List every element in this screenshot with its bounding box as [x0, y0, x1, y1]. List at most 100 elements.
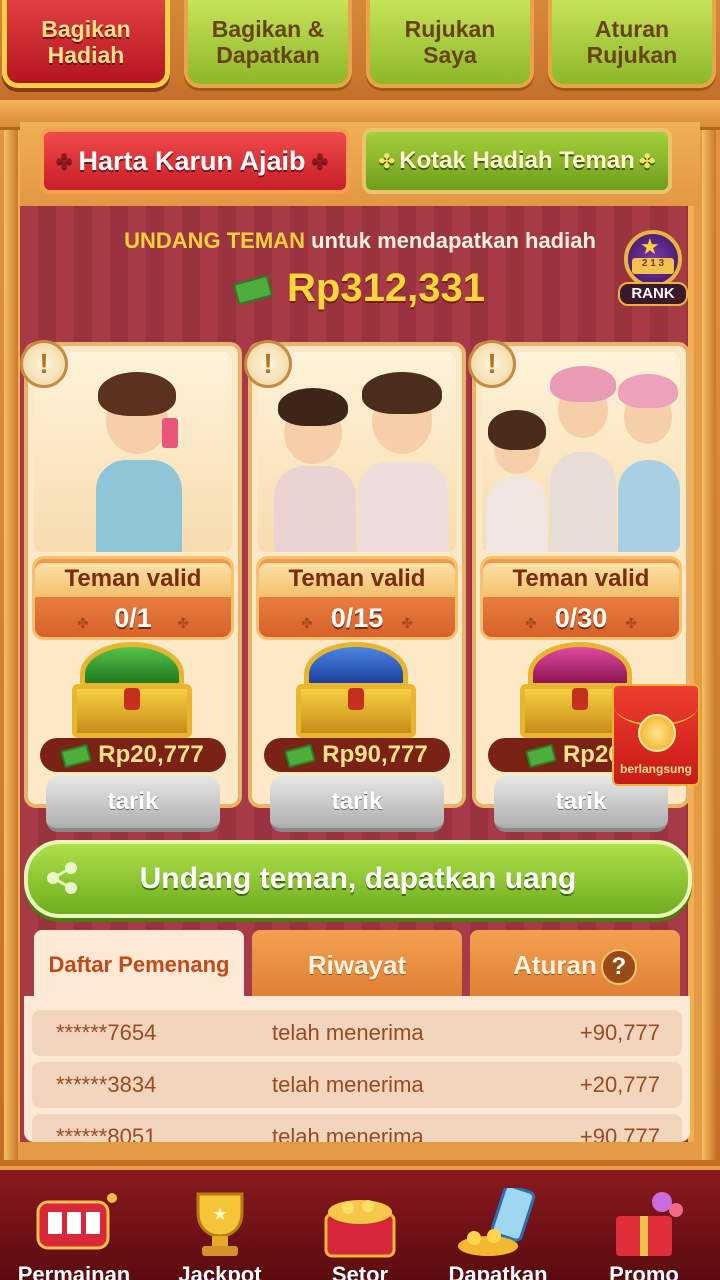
- valid-friends-plate: Teman valid ✤ 0/30 ✤: [480, 556, 682, 640]
- phone-icon: [162, 418, 178, 448]
- nav-setor[interactable]: Setor: [290, 1170, 430, 1280]
- cash-icon: [232, 275, 274, 306]
- tab-aturan[interactable]: Aturan?: [470, 930, 680, 998]
- card-illustration: [34, 352, 232, 552]
- card-illustration: [258, 352, 456, 552]
- withdraw-button[interactable]: tarik: [46, 776, 220, 832]
- character-hair: [618, 374, 678, 408]
- valid-friends-plate: Teman valid ✤ 0/15 ✤: [256, 556, 458, 640]
- character-figure: [618, 460, 680, 552]
- list-item: ******3834 telah menerima +20,777: [32, 1062, 682, 1108]
- slot-machine-icon: [36, 1193, 117, 1250]
- winners-list: ******7654 telah menerima +90,777 ******…: [24, 996, 690, 1142]
- valid-label: Teman valid: [259, 563, 455, 597]
- nav-label: Dapatkan: [448, 1262, 548, 1280]
- left-pillar: [4, 100, 18, 1160]
- clover-icon: ✤: [378, 150, 396, 173]
- prize-amount: Rp20,777: [40, 738, 226, 772]
- cash-icon: [525, 743, 557, 768]
- nav-label: Setor: [331, 1262, 389, 1280]
- treasure-chest-icon: [296, 642, 416, 738]
- tab-kotak-hadiah[interactable]: ✤ Kotak Hadiah Teman ✤: [362, 128, 672, 194]
- progress-count: 0/30: [554, 603, 608, 633]
- chest-lid: [528, 642, 632, 688]
- character-hair: [362, 372, 442, 414]
- winner-action: telah menerima: [272, 1020, 424, 1045]
- character-hair: [278, 388, 348, 426]
- chest-gem: [124, 688, 140, 710]
- invite-friends-button[interactable]: Undang teman, dapatkan uang: [24, 840, 692, 918]
- coin-icon: [638, 714, 676, 752]
- info-icon[interactable]: !: [20, 340, 68, 388]
- gift-icon: [616, 1192, 683, 1256]
- character-figure: [358, 462, 448, 552]
- list-item: ******8051 telah menerima +90,777: [32, 1114, 682, 1142]
- valid-label: Teman valid: [483, 563, 679, 597]
- invite-highlight: UNDANG TEMAN: [124, 228, 305, 253]
- prize-amount: Rp90,777: [264, 738, 450, 772]
- tab-harta-karun-label: Harta Karun Ajaib: [78, 145, 306, 176]
- withdraw-button[interactable]: tarik: [270, 776, 444, 832]
- nav-dapatkan[interactable]: Dapatkan: [428, 1170, 568, 1280]
- character-hair: [550, 366, 616, 402]
- list-item: ******7654 telah menerima +90,777: [32, 1010, 682, 1056]
- winner-amount: +90,777: [579, 1020, 660, 1045]
- treasure-chest-icon: [72, 642, 192, 738]
- clover-icon: ✤: [625, 615, 637, 631]
- nav-label: Jackpot: [178, 1262, 262, 1280]
- character-hair: [98, 372, 176, 416]
- chest-lid: [304, 642, 408, 688]
- svg-text:★: ★: [212, 1204, 228, 1224]
- ongoing-label: berlangsung: [619, 762, 692, 776]
- character-figure: [550, 452, 616, 552]
- nav-label: Promo: [609, 1262, 679, 1280]
- ongoing-red-envelope[interactable]: berlangsung: [612, 684, 700, 786]
- tab-bagikan-hadiah[interactable]: Bagikan Hadiah: [2, 0, 170, 88]
- nav-permainan[interactable]: Permainan: [4, 1170, 144, 1280]
- winner-amount: +20,777: [579, 1072, 660, 1097]
- tab-riwayat[interactable]: Riwayat: [252, 930, 462, 998]
- character-figure: [486, 476, 548, 552]
- clover-icon: ✤: [638, 150, 656, 173]
- tab-harta-karun[interactable]: ✤ Harta Karun Ajaib ✤: [40, 128, 350, 194]
- rank-button[interactable]: ★ 2 1 3 RANK: [618, 230, 688, 306]
- nav-label: Permainan: [17, 1262, 131, 1280]
- winner-user: ******8051: [56, 1124, 157, 1142]
- character-figure: [96, 460, 182, 552]
- cash-icon: [284, 743, 317, 768]
- tab-kotak-hadiah-label: Kotak Hadiah Teman: [399, 147, 635, 174]
- clover-icon: ✤: [55, 150, 73, 173]
- winner-action: telah menerima: [272, 1124, 424, 1142]
- tab-bagikan-dapatkan[interactable]: Bagikan & Dapatkan: [184, 0, 352, 88]
- invite-button-label: Undang teman, dapatkan uang: [139, 862, 577, 895]
- progress-count: 0/15: [330, 603, 384, 633]
- reward-card-2: ! Teman valid ✤ 0/15 ✤ Rp90,777 tarik: [244, 340, 466, 832]
- nav-promo[interactable]: Promo: [574, 1170, 714, 1280]
- treasure-chest-icon: [324, 1200, 396, 1258]
- right-pillar: [702, 100, 716, 1160]
- cash-icon: [60, 743, 93, 768]
- app-root: Bagikan Hadiah Bagikan & Dapatkan Rujuka…: [0, 0, 720, 1280]
- invite-caption: UNDANG TEMAN untuk mendapatkan hadiah: [0, 228, 720, 254]
- valid-friends-plate: Teman valid ✤ 0/1 ✤: [32, 556, 234, 640]
- clover-icon: ✤: [311, 150, 329, 173]
- top-tab-bar: Bagikan Hadiah Bagikan & Dapatkan Rujuka…: [0, 0, 720, 100]
- nav-jackpot[interactable]: ★ Jackpot: [150, 1170, 290, 1280]
- total-reward: Rp312,331: [0, 266, 720, 311]
- info-icon[interactable]: !: [468, 340, 516, 388]
- rank-label: RANK: [618, 282, 688, 306]
- info-icon[interactable]: !: [244, 340, 292, 388]
- winner-user: ******7654: [56, 1020, 157, 1045]
- total-amount: Rp312,331: [287, 266, 485, 310]
- progress-count: 0/1: [114, 603, 152, 633]
- invite-text: untuk mendapatkan hadiah: [304, 228, 596, 253]
- character-hair: [488, 410, 546, 450]
- card-illustration: [482, 352, 680, 552]
- tab-aturan-rujukan[interactable]: Aturan Rujukan: [548, 0, 716, 88]
- trophy-icon: ★: [196, 1192, 244, 1256]
- tab-daftar-pemenang[interactable]: Daftar Pemenang: [34, 930, 244, 998]
- reward-card-1: ! Teman valid ✤ 0/1 ✤ Rp20,777 tarik: [20, 340, 242, 832]
- chest-lid: [80, 642, 184, 688]
- tab-rujukan-saya[interactable]: Rujukan Saya: [366, 0, 534, 88]
- star-icon: ★: [640, 234, 660, 259]
